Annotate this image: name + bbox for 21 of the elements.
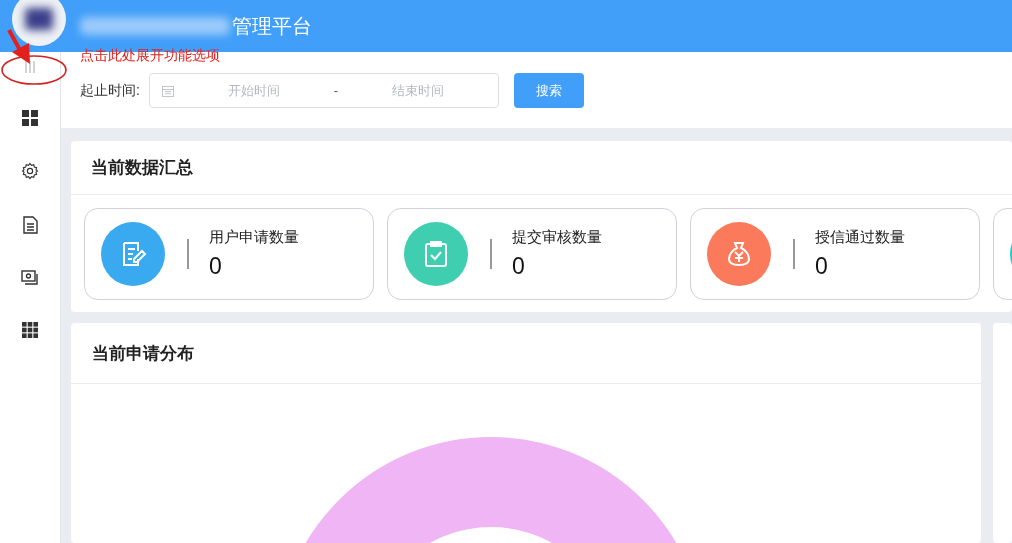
annotation-arrow [7, 29, 30, 64]
apps-icon[interactable] [22, 322, 38, 338]
annotation-text: 点击此处展开功能选项 [80, 47, 220, 65]
document-icon[interactable] [22, 216, 38, 234]
menu-icon[interactable] [23, 60, 37, 74]
stat-label: 授信通过数量 [815, 228, 905, 247]
stat-value: 0 [209, 253, 223, 280]
date-range-field[interactable]: 开始时间 - 结束时间 [148, 73, 499, 108]
grid-icon[interactable] [22, 110, 38, 126]
settings-icon[interactable] [21, 162, 39, 180]
panel-title: 当前申请分布 [92, 342, 194, 365]
stat-label: 提交审核数量 [512, 228, 602, 247]
stat-value: 0 [512, 253, 526, 280]
annotation-ellipse [1, 55, 67, 85]
card-title: 当前数据汇总 [91, 157, 193, 179]
date-range-label: 起止时间: [80, 81, 140, 100]
photos-icon[interactable] [21, 270, 39, 286]
stat-value: 0 [815, 253, 829, 280]
calendar-icon [161, 84, 174, 97]
stat-label: 用户申请数量 [209, 228, 299, 247]
app-title: 管理平台 [232, 13, 312, 39]
